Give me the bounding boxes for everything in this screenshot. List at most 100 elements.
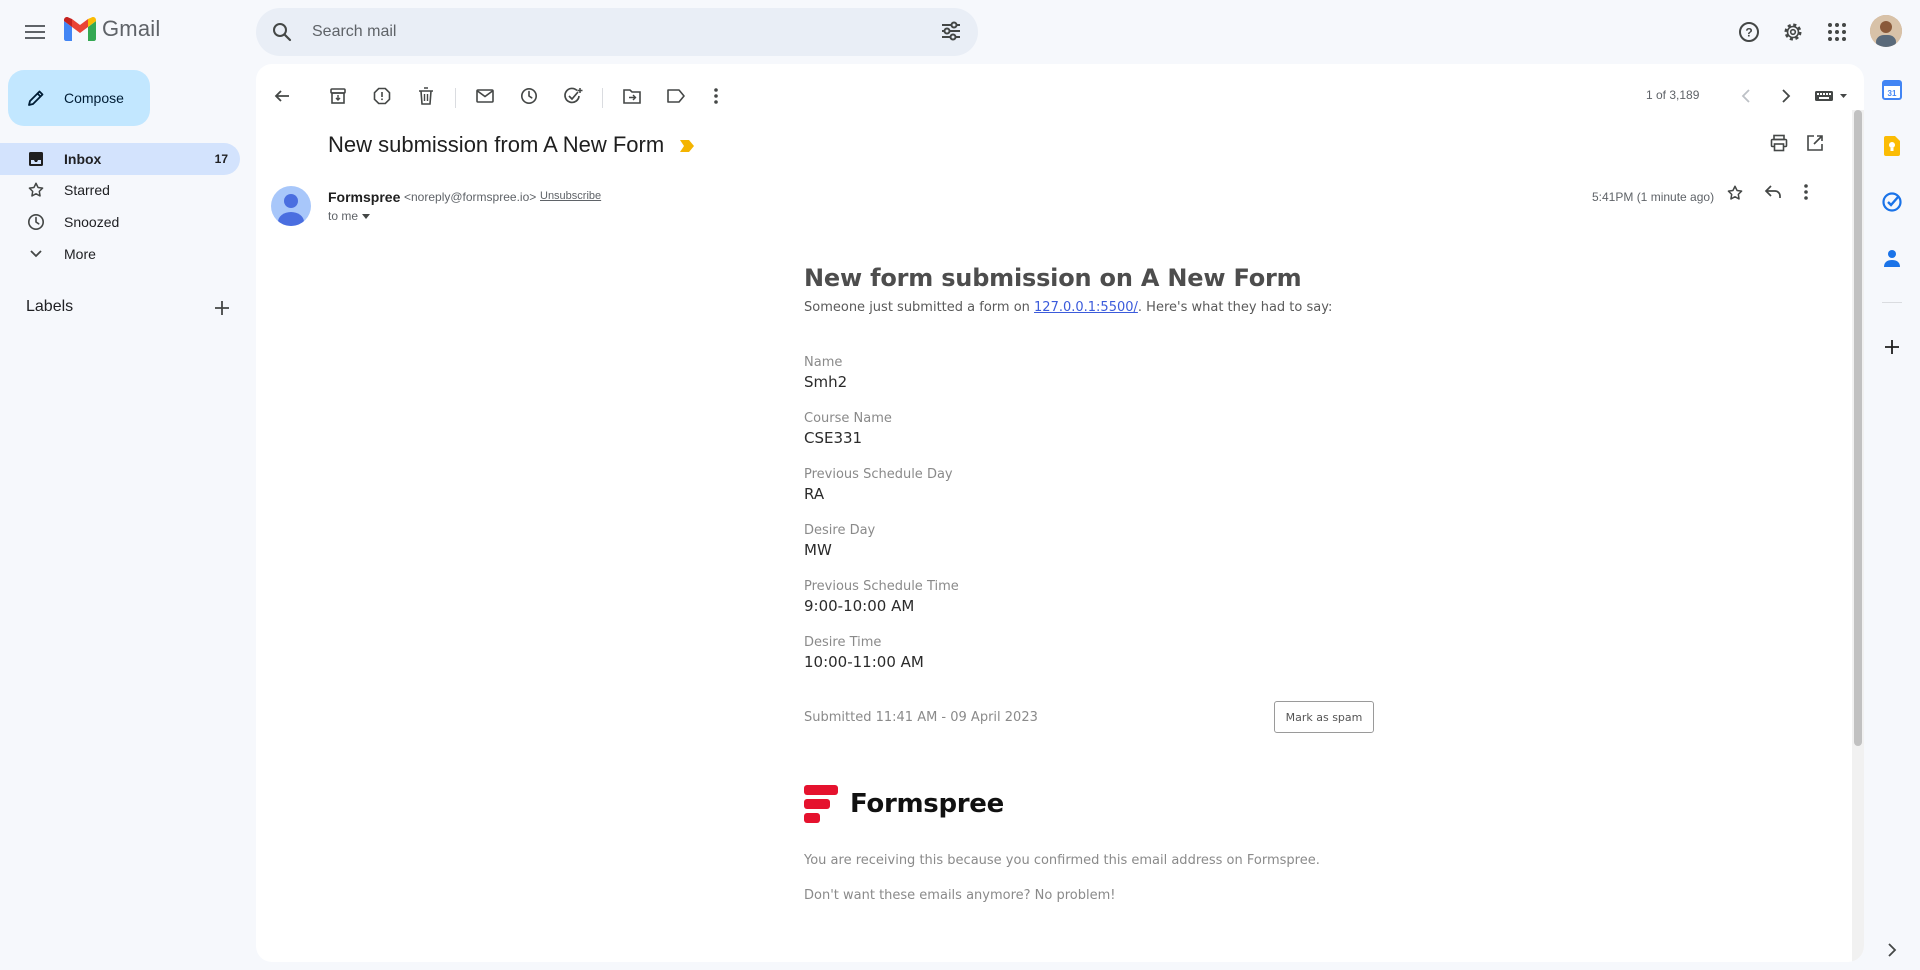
- search-input[interactable]: [312, 8, 872, 56]
- email-footer-text: Don't want these emails anymore? No prob…: [804, 888, 1116, 903]
- sender-name[interactable]: Formspree: [328, 189, 400, 205]
- label-tag-icon[interactable]: [656, 76, 696, 116]
- field-value: CSE331: [804, 429, 863, 447]
- form-field: Desire Time 10:00-11:00 AM: [804, 635, 1364, 671]
- sidebar-item-snoozed[interactable]: Snoozed: [0, 206, 240, 238]
- field-label: Previous Schedule Day: [804, 467, 953, 482]
- get-addons-plus-icon[interactable]: [1878, 333, 1906, 361]
- back-arrow-icon[interactable]: [262, 76, 302, 116]
- field-value: RA: [804, 485, 825, 503]
- newer-chevron-left-icon[interactable]: [1726, 76, 1766, 116]
- side-panel-divider: [1882, 302, 1902, 303]
- sender-avatar[interactable]: [271, 186, 311, 226]
- mark-unread-icon[interactable]: [465, 76, 505, 116]
- formspree-logo[interactable]: Formspree: [804, 785, 1364, 823]
- caret-down-icon: [362, 213, 371, 219]
- field-label: Name: [804, 355, 843, 370]
- account-avatar[interactable]: [1870, 15, 1902, 47]
- more-message-options-icon[interactable]: [1804, 184, 1808, 200]
- form-field: Previous Schedule Time 9:00-10:00 AM: [804, 579, 1364, 615]
- clock-icon: [26, 212, 46, 232]
- add-to-tasks-icon[interactable]: [553, 76, 593, 116]
- email-footer-text: You are receiving this because you confi…: [804, 853, 1320, 868]
- main-menu-icon[interactable]: [17, 14, 53, 50]
- contacts-app-icon[interactable]: [1878, 244, 1906, 272]
- form-field: Name Smh2: [804, 355, 1364, 391]
- message-subject: New submission from A New Form: [328, 132, 665, 157]
- field-value: Smh2: [804, 373, 848, 391]
- google-apps-icon[interactable]: [1821, 16, 1853, 48]
- pencil-icon: [28, 90, 44, 106]
- scrollbar-thumb[interactable]: [1854, 110, 1862, 746]
- sidebar-item-label: Snoozed: [64, 214, 120, 230]
- sidebar-item-label: Inbox: [64, 151, 102, 167]
- archive-icon[interactable]: [318, 76, 358, 116]
- settings-gear-icon[interactable]: [1777, 16, 1809, 48]
- open-in-new-window-icon[interactable]: [1806, 134, 1824, 152]
- help-icon[interactable]: ?: [1733, 16, 1765, 48]
- field-value: 9:00-10:00 AM: [804, 597, 915, 615]
- submission-footer: Submitted 11:41 AM - 09 April 2023 Mark …: [804, 701, 1374, 735]
- move-to-folder-icon[interactable]: [612, 76, 652, 116]
- calendar-app-icon[interactable]: 31: [1878, 76, 1906, 104]
- gmail-m-icon: [64, 17, 96, 41]
- compose-button[interactable]: Compose: [8, 70, 150, 126]
- formspree-mark-icon: [804, 785, 838, 823]
- keep-app-icon[interactable]: [1878, 132, 1906, 160]
- gmail-logo[interactable]: Gmail: [64, 16, 160, 42]
- svg-text:?: ?: [1745, 26, 1752, 40]
- report-spam-icon[interactable]: [362, 76, 402, 116]
- important-marker-icon[interactable]: [680, 140, 694, 152]
- star-icon: [26, 180, 46, 200]
- form-source-link[interactable]: 127.0.0.1:5500/: [1034, 300, 1138, 315]
- field-label: Desire Day: [804, 523, 876, 538]
- recipient-label: to me: [328, 209, 359, 223]
- more-options-icon[interactable]: [696, 76, 736, 116]
- star-message-icon[interactable]: [1726, 184, 1744, 202]
- recipient-details[interactable]: to me: [328, 209, 371, 223]
- tasks-app-icon[interactable]: [1878, 188, 1906, 216]
- toolbar-divider: [602, 88, 603, 108]
- input-tools-keyboard-icon[interactable]: [1810, 76, 1854, 116]
- sidebar-item-label: Starred: [64, 182, 110, 198]
- mark-as-spam-button[interactable]: Mark as spam: [1274, 701, 1374, 733]
- sidebar-item-starred[interactable]: Starred: [0, 174, 240, 206]
- unsubscribe-link[interactable]: Unsubscribe: [540, 190, 601, 202]
- inbox-icon: [26, 149, 46, 169]
- sidebar-item-more[interactable]: More: [0, 238, 240, 270]
- field-label: Previous Schedule Time: [804, 579, 959, 594]
- unread-count: 17: [214, 152, 228, 166]
- form-field: Desire Day MW: [804, 523, 1364, 559]
- brand-name: Formspree: [850, 789, 1004, 819]
- older-chevron-right-icon[interactable]: [1766, 76, 1806, 116]
- search-icon[interactable]: [268, 18, 296, 46]
- search-bar[interactable]: [256, 8, 978, 56]
- snooze-clock-icon[interactable]: [509, 76, 549, 116]
- field-label: Desire Time: [804, 635, 882, 650]
- top-bar: Gmail ?: [0, 0, 1920, 64]
- toolbar-divider: [455, 88, 456, 108]
- sidebar-item-label: More: [64, 246, 96, 262]
- reply-icon[interactable]: [1764, 184, 1782, 200]
- print-icon[interactable]: [1770, 134, 1788, 152]
- hide-side-panel-chevron-icon[interactable]: [1878, 936, 1906, 964]
- submitted-timestamp: Submitted 11:41 AM - 09 April 2023: [804, 710, 1038, 725]
- delete-icon[interactable]: [406, 76, 446, 116]
- field-label: Course Name: [804, 411, 892, 426]
- sidebar-item-inbox[interactable]: Inbox 17: [0, 143, 240, 175]
- add-label-icon[interactable]: [210, 296, 234, 320]
- labels-heading: Labels: [26, 298, 74, 315]
- intro-text: Someone just submitted a form on: [804, 300, 1035, 315]
- form-field: Course Name CSE331: [804, 411, 1364, 447]
- search-options-icon[interactable]: [940, 20, 964, 44]
- message-view: 1 of 3,189 New submission from A New For…: [256, 64, 1864, 962]
- app-name: Gmail: [102, 16, 161, 41]
- pagination-count: 1 of 3,189: [1646, 88, 1700, 102]
- email-heading: New form submission on A New Form: [804, 264, 1302, 292]
- compose-label: Compose: [64, 90, 124, 106]
- message-timestamp: 5:41PM (1 minute ago): [1592, 190, 1715, 204]
- field-value: MW: [804, 541, 832, 559]
- svg-text:31: 31: [1888, 89, 1897, 98]
- sender-email: <noreply@formspree.io>: [404, 190, 537, 204]
- form-field: Previous Schedule Day RA: [804, 467, 1364, 503]
